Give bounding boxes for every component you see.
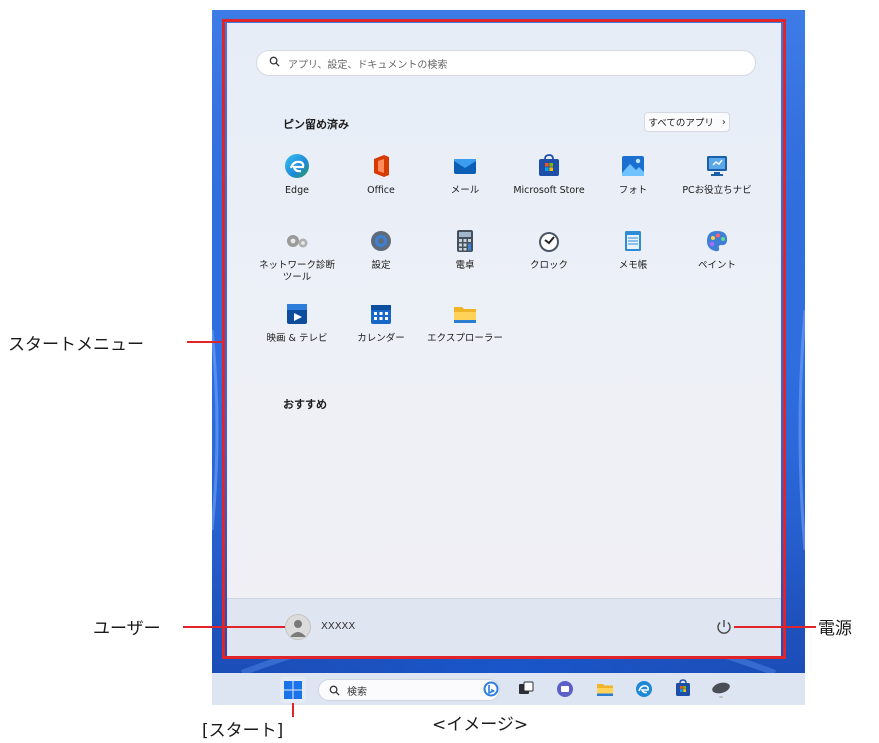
store-icon — [536, 153, 562, 179]
callout-line-start-menu — [187, 341, 223, 343]
mail-icon — [452, 153, 478, 179]
taskbar-search-box[interactable]: 検索 — [318, 679, 500, 701]
app-label: Office — [367, 185, 395, 196]
bing-icon[interactable] — [483, 681, 499, 697]
app-microsoft-store[interactable]: Microsoft Store — [504, 153, 594, 197]
user-avatar[interactable] — [285, 614, 311, 640]
recommended-heading: おすすめ — [283, 398, 327, 411]
teams-chat-icon[interactable] — [556, 680, 574, 698]
app-label: エクスプローラー — [427, 333, 503, 344]
app-edge[interactable]: Edge — [252, 153, 342, 197]
app-pc-navi[interactable]: PCお役立ちナビ — [672, 153, 762, 197]
app-label: ネットワーク診断 ツール — [258, 260, 335, 283]
app-label: クロック — [529, 260, 568, 271]
file-explorer-icon[interactable] — [596, 680, 614, 698]
app-label: フォト — [618, 185, 648, 196]
notepad-icon — [620, 228, 646, 254]
paint-icon — [704, 228, 730, 254]
office-icon — [368, 153, 394, 179]
settings-icon — [368, 228, 394, 254]
app-label: Edge — [285, 185, 309, 196]
app-label: カレンダー — [357, 333, 405, 344]
all-apps-button[interactable]: すべてのアプリ › — [644, 112, 730, 132]
app-label: 映画 & テレビ — [266, 333, 328, 344]
power-icon — [717, 620, 731, 634]
app-settings[interactable]: 設定 — [336, 228, 426, 272]
movies-tv-icon — [284, 301, 310, 327]
app-movies-tv[interactable]: 映画 & テレビ — [252, 301, 342, 345]
callout-power: 電源 — [818, 619, 852, 639]
clock-icon — [536, 228, 562, 254]
edge-icon[interactable] — [635, 680, 653, 698]
callout-line-power — [734, 626, 816, 628]
app-label: ペイント — [697, 260, 736, 271]
app-paint[interactable]: ペイント — [672, 228, 762, 272]
search-icon — [329, 685, 340, 696]
search-placeholder: アプリ、設定、ドキュメントの検索 — [288, 59, 448, 71]
app-label: メール — [450, 185, 480, 196]
user-name[interactable]: XXXXX — [321, 621, 355, 632]
chevron-right-icon: › — [721, 116, 726, 128]
pinned-heading: ピン留め済み — [283, 118, 349, 131]
app-label: 電卓 — [455, 260, 475, 271]
callout-line-start-button — [292, 703, 294, 717]
calendar-icon — [368, 301, 394, 327]
photos-icon — [620, 153, 646, 179]
store-icon[interactable] — [674, 679, 692, 697]
app-network-diagnostic[interactable]: ネットワーク診断 ツール — [252, 228, 342, 284]
app-mail[interactable]: メール — [420, 153, 510, 197]
task-view-icon[interactable] — [518, 681, 534, 697]
image-caption: <イメージ> — [432, 715, 529, 735]
file-explorer-icon — [452, 301, 478, 327]
mouse-icon[interactable] — [710, 681, 732, 699]
app-office[interactable]: Office — [336, 153, 426, 197]
power-button[interactable] — [714, 617, 734, 637]
calculator-icon — [452, 228, 478, 254]
callout-start-menu: スタートメニュー — [8, 335, 144, 355]
callout-start-button: [スタート] — [202, 721, 284, 741]
network-diagnostic-icon — [284, 228, 310, 254]
edge-icon — [284, 153, 310, 179]
app-label: PCお役立ちナビ — [682, 185, 752, 196]
app-label: Microsoft Store — [513, 185, 585, 196]
app-label: メモ帳 — [618, 260, 648, 271]
windows-logo-icon — [284, 681, 302, 699]
search-icon — [269, 56, 280, 70]
pc-navi-icon — [704, 153, 730, 179]
app-calendar[interactable]: カレンダー — [336, 301, 426, 345]
callout-user: ユーザー — [93, 619, 161, 639]
user-icon — [290, 620, 306, 637]
start-search-input[interactable]: アプリ、設定、ドキュメントの検索 — [256, 50, 756, 76]
app-notepad[interactable]: メモ帳 — [588, 228, 678, 272]
taskbar-search-label: 検索 — [347, 686, 367, 698]
start-button[interactable] — [280, 677, 306, 703]
app-clock[interactable]: クロック — [504, 228, 594, 272]
app-calculator[interactable]: 電卓 — [420, 228, 510, 272]
app-photos[interactable]: フォト — [588, 153, 678, 197]
all-apps-label: すべてのアプリ — [648, 118, 714, 129]
callout-line-user — [183, 626, 285, 628]
app-label: 設定 — [371, 260, 391, 271]
app-file-explorer[interactable]: エクスプローラー — [420, 301, 510, 345]
